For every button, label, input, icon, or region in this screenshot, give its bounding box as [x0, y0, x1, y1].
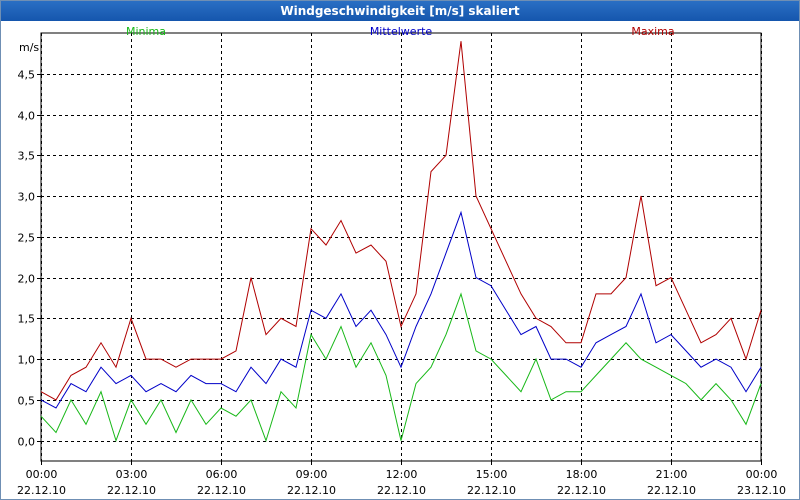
y-tick-label: 1,5: [18, 313, 36, 326]
x-tick-time-label: 21:00: [656, 468, 688, 481]
y-tick-label: 0,5: [18, 395, 36, 408]
y-tick-label: 2,0: [18, 273, 36, 286]
x-tick-date-label: 22.12.10: [287, 484, 336, 497]
window-title: Windgeschwindigkeit [m/s] skaliert: [1, 1, 799, 21]
x-tick-date-label: 22.12.10: [557, 484, 606, 497]
y-tick-label: 4,0: [18, 110, 36, 123]
x-tick-time-label: 18:00: [566, 468, 598, 481]
legend-maxima: Maxima: [631, 25, 674, 38]
y-tick-label: 2,5: [18, 232, 36, 245]
x-tick-date-label: 22.12.10: [197, 484, 246, 497]
x-tick-time-label: 06:00: [206, 468, 238, 481]
x-tick-date-label: 22.12.10: [467, 484, 516, 497]
y-tick-label: 3,5: [18, 150, 36, 163]
chart-window: Windgeschwindigkeit [m/s] skaliert 0,0 0,…: [0, 0, 800, 500]
x-tick-date-label: 22.12.10: [107, 484, 156, 497]
x-tick-time-label: 12:00: [386, 468, 418, 481]
y-tick-label: 3,0: [18, 191, 36, 204]
x-tick-date-label: 23.12.10: [737, 484, 786, 497]
y-tick-label: 0,0: [18, 436, 36, 449]
plot-area: [40, 32, 762, 462]
x-tick-date-label: 22.12.10: [377, 484, 426, 497]
y-axis-label: m/s: [19, 41, 39, 54]
legend-mittelwerte: Mittelwerte: [370, 25, 433, 38]
x-tick-time-label: 09:00: [296, 468, 328, 481]
legend-minima: Minima: [126, 25, 166, 38]
x-tick-time-label: 00:00: [26, 468, 58, 481]
y-tick-label: 1,0: [18, 354, 36, 367]
x-tick-time-label: 15:00: [476, 468, 508, 481]
x-tick-date-label: 22.12.10: [17, 484, 66, 497]
x-tick-date-label: 22.12.10: [647, 484, 696, 497]
wind-speed-chart: 0,0 0,5 1,0 1,5 2,0 2,5 3,0 3,5 4,0 4,5 m/s 00:00 22…: [17, 25, 786, 497]
y-tick-label: 4,5: [18, 69, 36, 82]
x-tick-time-label: 00:00: [746, 468, 778, 481]
x-tick-time-label: 03:00: [116, 468, 148, 481]
